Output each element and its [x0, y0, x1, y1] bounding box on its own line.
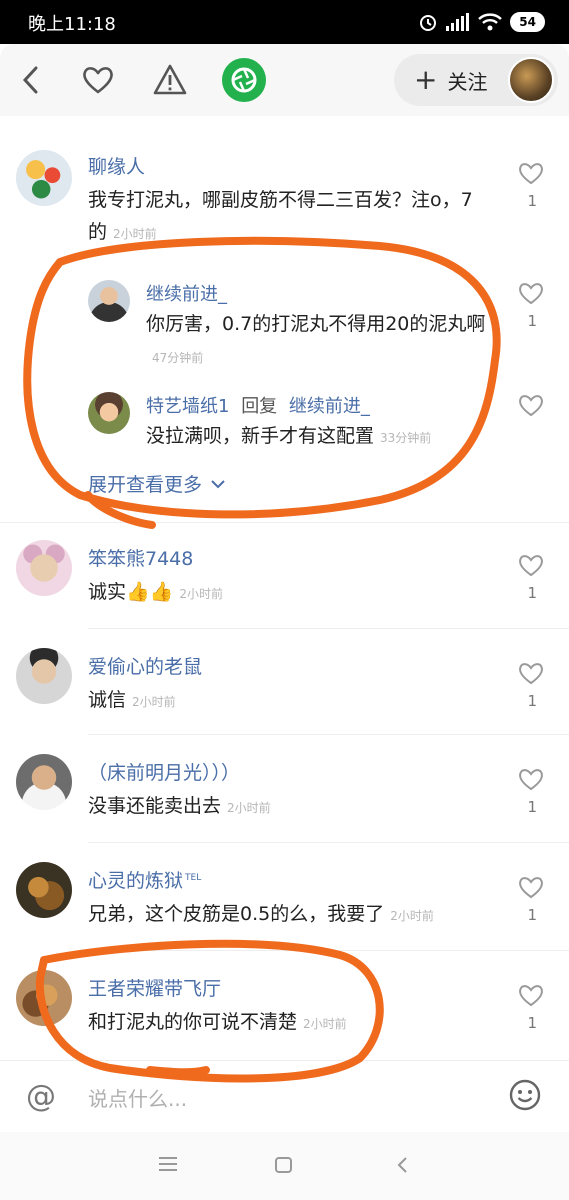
- comment-text: 和打泥丸的你可说不清楚 2小时前: [88, 1011, 347, 1033]
- battery-indicator: 54: [510, 12, 545, 32]
- comment-author[interactable]: 笨笨熊7448: [88, 544, 193, 571]
- wifi-icon: [478, 13, 503, 31]
- plus-icon: +: [414, 63, 438, 96]
- system-nav-bar: [0, 1132, 569, 1200]
- expand-replies-button[interactable]: 展开查看更多: [88, 470, 226, 497]
- reply-author[interactable]: 继续前进_: [146, 280, 227, 306]
- reply-text: 没拉满呗，新手才有这配置 33分钟前: [146, 425, 432, 447]
- status-bar: 晚上11:18 54: [0, 0, 569, 44]
- menu-icon[interactable]: [158, 1156, 178, 1172]
- comment-author[interactable]: 聊缘人: [88, 152, 145, 179]
- like-icon[interactable]: [517, 552, 545, 578]
- like-count: 1: [527, 584, 537, 602]
- comment-time: 2小时前: [227, 801, 271, 815]
- comment-author[interactable]: 王者荣耀带飞厅: [88, 974, 221, 1001]
- reply-target[interactable]: 继续前进_: [289, 396, 370, 417]
- comment-time: 2小时前: [390, 909, 434, 923]
- like-count: 1: [527, 192, 537, 210]
- divider: [88, 950, 569, 951]
- comment-author: 心灵的炼狱 TEL: [88, 866, 201, 893]
- comment-text: 诚实👍👍 2小时前: [88, 581, 223, 603]
- at-icon[interactable]: @: [26, 1079, 56, 1115]
- comment-time: 2小时前: [113, 227, 157, 241]
- like-count: 1: [527, 1014, 537, 1032]
- reply-word: 回复: [241, 396, 278, 417]
- like-count: 1: [527, 692, 537, 710]
- like-count: 1: [527, 798, 537, 816]
- comment-time: 2小时前: [132, 695, 176, 709]
- like-icon[interactable]: [517, 874, 545, 900]
- follow-button[interactable]: + 关注: [394, 54, 558, 106]
- home-icon[interactable]: [274, 1156, 294, 1174]
- heart-icon[interactable]: [80, 62, 116, 98]
- alarm-icon: [420, 15, 437, 31]
- author-avatar[interactable]: [508, 57, 554, 103]
- reply-time: 33分钟前: [380, 431, 432, 445]
- like-icon[interactable]: [517, 392, 545, 418]
- emoji-icon[interactable]: [509, 1079, 541, 1111]
- divider: [88, 842, 569, 843]
- avatar[interactable]: [88, 280, 130, 322]
- avatar[interactable]: [16, 862, 72, 918]
- status-icons: 54: [418, 9, 545, 35]
- avatar[interactable]: [16, 754, 72, 810]
- divider: [88, 628, 569, 629]
- divider: [0, 522, 569, 523]
- avatar[interactable]: [16, 970, 72, 1026]
- like-icon[interactable]: [517, 766, 545, 792]
- comment-text: 兄弟，这个皮筋是0.5的么，我要了 2小时前: [88, 903, 434, 925]
- like-icon[interactable]: [517, 160, 545, 186]
- back-icon[interactable]: [14, 62, 50, 98]
- avatar[interactable]: [88, 392, 130, 434]
- avatar[interactable]: [16, 150, 72, 206]
- follow-label: 关注: [447, 69, 488, 94]
- expand-label: 展开查看更多: [88, 474, 203, 496]
- annotation-tail-replies: [84, 491, 156, 529]
- avatar[interactable]: [16, 648, 72, 704]
- reply-author: 特艺墙纸1 回复 继续前进_: [146, 392, 370, 418]
- comment-time: 2小时前: [303, 1017, 347, 1031]
- top-bar: + 关注: [0, 44, 569, 116]
- like-count: 1: [527, 312, 537, 330]
- comment-author-name[interactable]: 心灵的炼狱: [88, 870, 183, 892]
- divider: [88, 734, 569, 735]
- chevron-down-icon: [211, 479, 225, 488]
- comment-text: 没事还能卖出去 2小时前: [88, 795, 271, 817]
- avatar[interactable]: [16, 540, 72, 596]
- camera-shutter-icon[interactable]: [222, 58, 266, 102]
- comment-input[interactable]: 说点什么...: [88, 1083, 187, 1112]
- like-icon[interactable]: [517, 660, 545, 686]
- like-icon[interactable]: [517, 280, 545, 306]
- comment-author[interactable]: （床前明月光）））: [88, 758, 240, 785]
- reply-text: 你厉害，0.7的打泥丸不得用20的泥丸啊47分钟前: [146, 313, 486, 365]
- back-nav-icon[interactable]: [396, 1156, 410, 1174]
- comment-text: 诚信 2小时前: [88, 689, 176, 711]
- like-icon[interactable]: [517, 982, 545, 1008]
- comment-text: 我专打泥丸，哪副皮筋不得二三百发？注o，7的 2小时前: [88, 189, 473, 242]
- comment-author[interactable]: 爱偷心的老鼠: [88, 652, 202, 679]
- name-badge: TEL: [185, 872, 202, 883]
- like-count: 1: [527, 906, 537, 924]
- comment-time: 2小时前: [179, 587, 223, 601]
- reply-time: 47分钟前: [152, 351, 204, 365]
- warning-icon[interactable]: [152, 62, 188, 98]
- comment-input-bar: @ 说点什么...: [0, 1060, 569, 1132]
- reply-author-name[interactable]: 特艺墙纸1: [146, 396, 229, 417]
- signal-icon: [446, 13, 470, 31]
- status-time: 晚上11:18: [28, 14, 116, 35]
